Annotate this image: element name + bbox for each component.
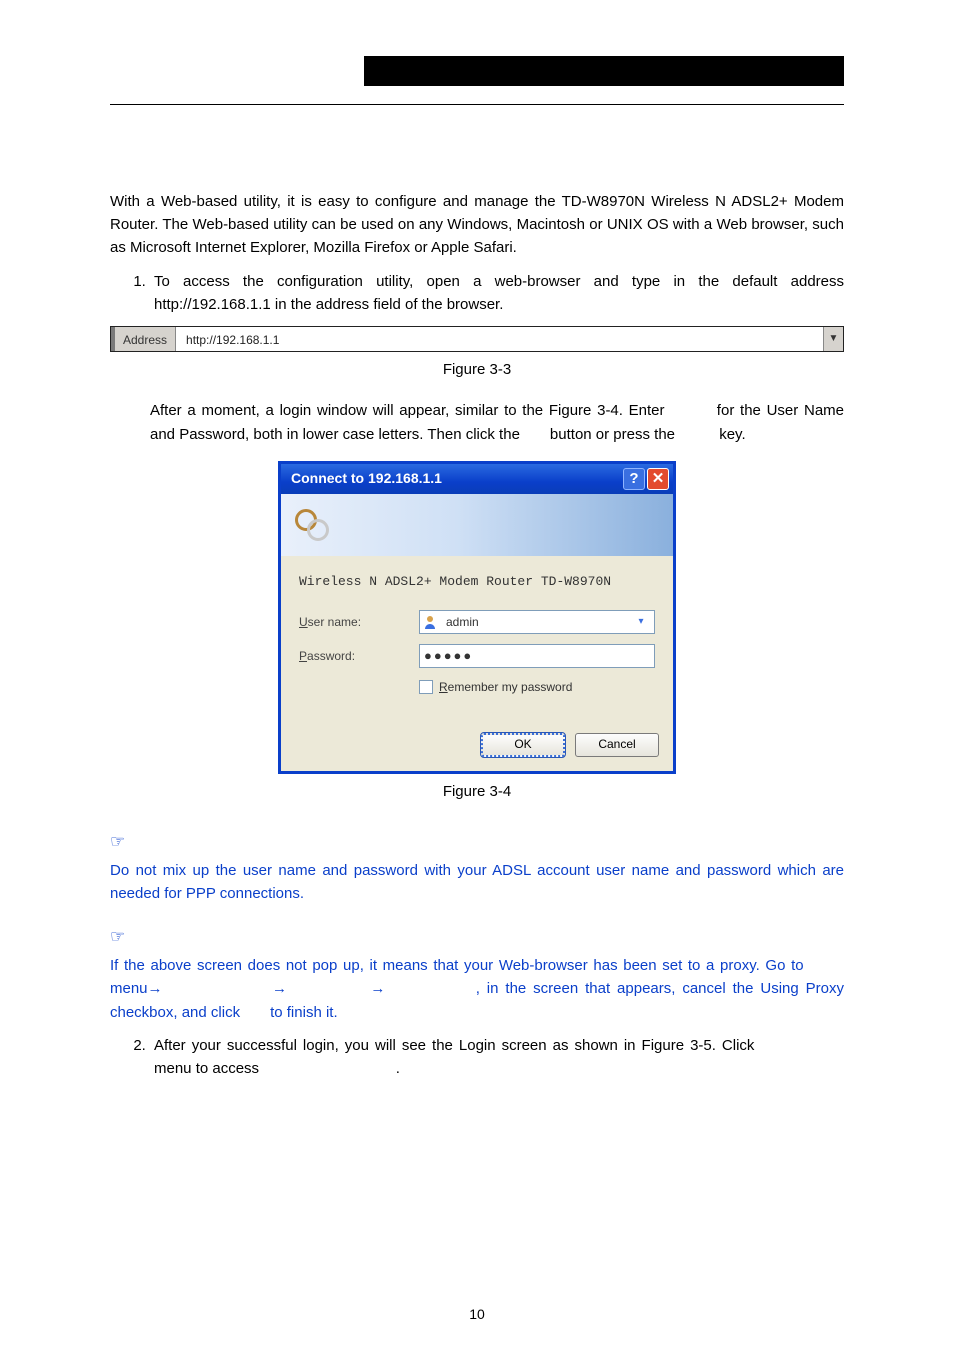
remember-row: Remember my password: [419, 678, 655, 697]
header-blackbar: [364, 56, 844, 86]
note2-ok: OK: [244, 1004, 266, 1021]
arrow-icon: →: [370, 980, 385, 997]
after-c: button or press the: [546, 426, 679, 443]
close-button[interactable]: ✕: [647, 468, 669, 490]
address-bar: Address http://192.168.1.1 ▼: [110, 326, 844, 352]
figure-3-4-caption: Figure 3-4: [110, 780, 844, 803]
ok-button[interactable]: OK: [481, 733, 565, 757]
address-bar-dropdown[interactable]: ▼: [823, 327, 843, 351]
cancel-button[interactable]: Cancel: [575, 733, 659, 757]
dialog-realm: Wireless N ADSL2+ Modem Router TD-W8970N: [299, 572, 655, 592]
after-ok: OK: [524, 426, 546, 443]
step2-c: .: [396, 1060, 400, 1077]
remember-checkbox[interactable]: [419, 680, 433, 694]
chevron-down-icon: ▼: [829, 331, 839, 347]
note2-b: menu: [110, 980, 148, 997]
address-bar-label: Address: [115, 327, 176, 351]
dialog-banner: [281, 494, 673, 556]
after-admin: admin: [670, 402, 711, 419]
username-field[interactable]: admin ▾: [419, 610, 655, 634]
login-dialog: Connect to 192.168.1.1 ? ✕ Wireless N AD…: [278, 461, 676, 774]
step-list-2: After your successful login, you will se…: [110, 1034, 844, 1081]
dialog-body: Wireless N ADSL2+ Modem Router TD-W8970N…: [281, 556, 673, 733]
step2-a: After your successful login, you will se…: [154, 1037, 760, 1054]
step2-qsw: Quick Setup Wizard: [263, 1060, 396, 1077]
arrow-icon: →: [148, 980, 163, 997]
password-field[interactable]: ●●●●●: [419, 644, 655, 668]
note-1-text: Do not mix up the user name and password…: [110, 859, 844, 906]
after-enter: Enter: [679, 426, 715, 443]
step-1-text: To access the configuration utility, ope…: [154, 273, 844, 313]
note2-a: If the above screen does not pop up, it …: [110, 957, 809, 974]
figure-3-3-caption: Figure 3-3: [110, 358, 844, 381]
address-bar-url[interactable]: http://192.168.1.1: [176, 327, 823, 351]
username-value: admin: [446, 613, 632, 632]
step-1: To access the configuration utility, ope…: [150, 270, 844, 317]
step2-b: menu to access: [154, 1060, 263, 1077]
intro-paragraph: With a Web-based utility, it is easy to …: [110, 190, 844, 260]
user-icon: [424, 614, 440, 630]
after-d: key.: [715, 426, 746, 443]
note2-tools: Tools: [809, 957, 844, 974]
password-value: ●●●●●: [424, 646, 473, 666]
remember-label: Remember my password: [439, 678, 572, 697]
password-label: Password:: [299, 647, 419, 666]
dialog-titlebar: Connect to 192.168.1.1 ? ✕: [281, 464, 673, 494]
keys-icon: [293, 505, 333, 545]
note2-lan: LAN Settings: [385, 980, 475, 997]
note-label-1: Note:: [125, 834, 161, 851]
after-a: After a moment, a login window will appe…: [150, 402, 670, 419]
note-2-text: If the above screen does not pop up, it …: [110, 954, 844, 1024]
password-row: Password: ●●●●●: [299, 644, 655, 668]
username-label: User name:: [299, 613, 419, 632]
step-list: To access the configuration utility, ope…: [110, 270, 844, 317]
note2-d: to finish it.: [266, 1004, 338, 1021]
header-rule: [110, 104, 844, 105]
note2-io: Internet Options: [163, 980, 272, 997]
section-title: 3.2 Login: [110, 150, 844, 178]
arrow-icon: →: [272, 980, 287, 997]
note-label-2: Note:: [125, 929, 161, 946]
note2-conn: Connections: [287, 980, 370, 997]
after-moment-paragraph: After a moment, a login window will appe…: [150, 399, 844, 446]
dialog-title-text: Connect to 192.168.1.1: [291, 468, 442, 490]
page-number: 10: [0, 1304, 954, 1326]
help-button[interactable]: ?: [623, 468, 645, 490]
note-hand-icon-1: ☞: [110, 829, 125, 855]
note-hand-icon-2: ☞: [110, 924, 125, 950]
step2-qs: Quick Setup: [760, 1037, 844, 1054]
dialog-buttons: OK Cancel: [281, 733, 673, 771]
username-dropdown-icon[interactable]: ▾: [632, 611, 650, 633]
step-2: After your successful login, you will se…: [150, 1034, 844, 1081]
username-row: User name: admin ▾: [299, 610, 655, 634]
